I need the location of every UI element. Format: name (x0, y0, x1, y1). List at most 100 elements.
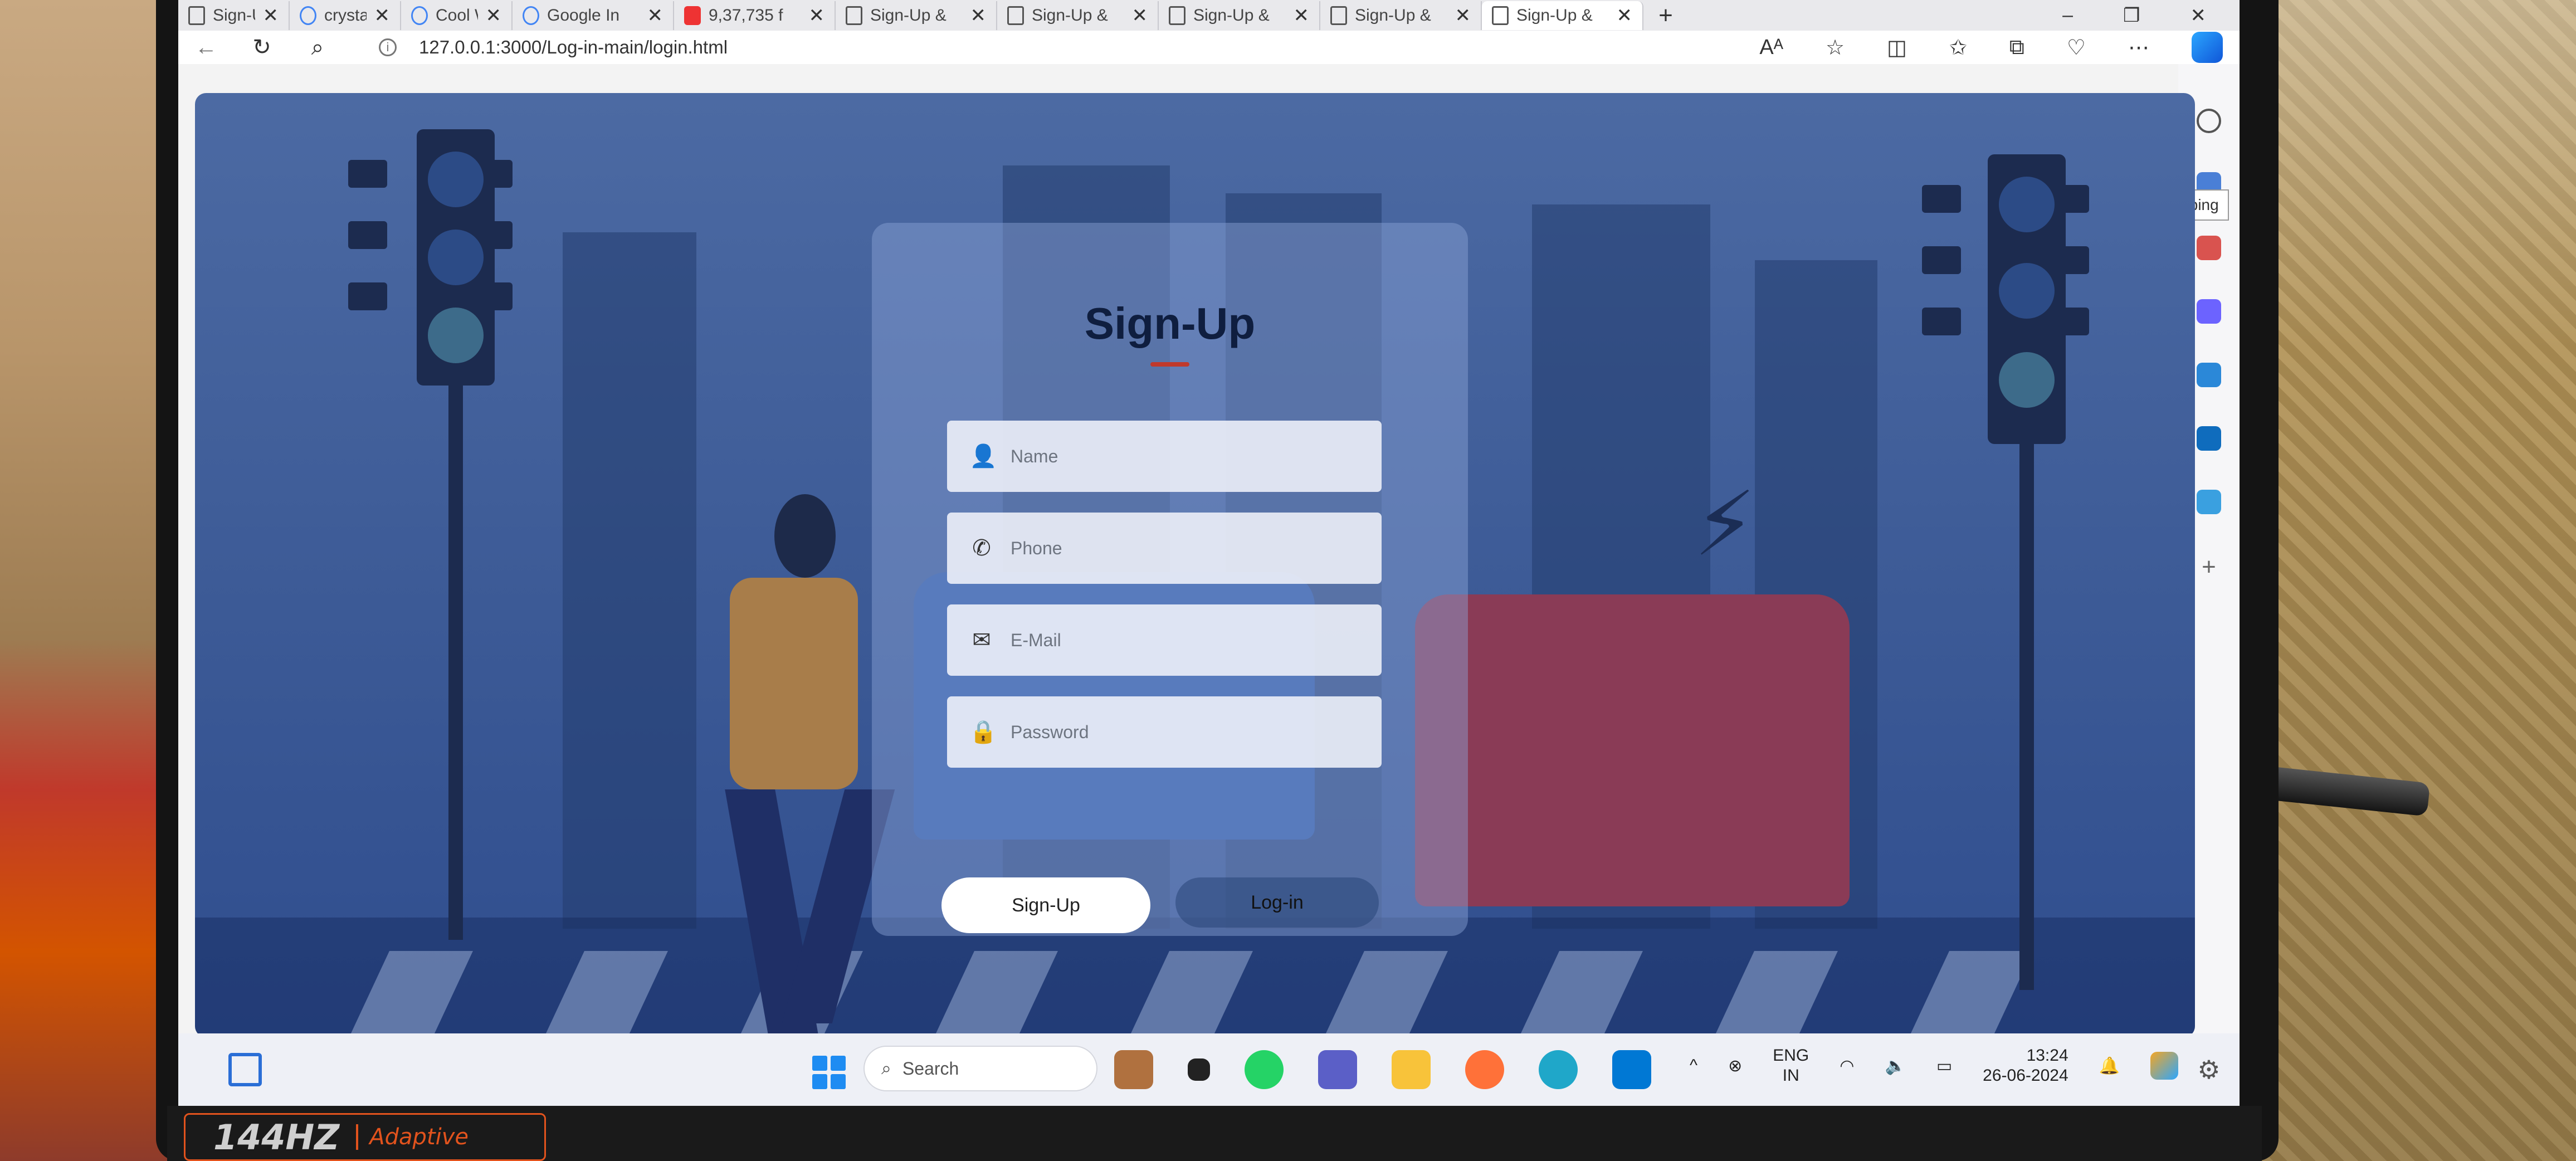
url-text: 127.0.0.1:3000/Log-in-main/login.html (419, 37, 728, 57)
signup-button[interactable]: Sign-Up (941, 877, 1150, 933)
email-field[interactable]: ✉ E-Mail (947, 604, 1382, 676)
close-icon[interactable]: ✕ (374, 4, 391, 27)
battery-icon[interactable]: ▭ (1936, 1056, 1952, 1076)
gear-icon[interactable]: ⚙ (2178, 1036, 2240, 1103)
login-button[interactable]: Log-in (1175, 877, 1379, 928)
office-icon[interactable] (2197, 363, 2221, 387)
tab-title: Sign-Up (213, 6, 255, 25)
tab-title: Sign-Up & (1355, 6, 1431, 25)
taskbar-search-label: Search (902, 1058, 959, 1079)
tab-title: Google In (547, 6, 620, 25)
tab-9-active[interactable]: Sign-Up & ✕ (1482, 1, 1643, 30)
hz-label: 144HZ (213, 1116, 340, 1158)
antivirus-icon[interactable]: ⊗ (1728, 1056, 1742, 1076)
tab-title: Sign-Up & (870, 6, 947, 25)
favorites-icon[interactable]: ✩ (1949, 35, 1967, 60)
edge-icon[interactable] (1539, 1050, 1578, 1089)
phone-field[interactable]: ✆ Phone (947, 513, 1382, 584)
name-field[interactable]: 👤 Name (947, 421, 1382, 492)
close-window-button[interactable]: ✕ (2190, 4, 2207, 27)
url-field[interactable]: i 127.0.0.1:3000/Log-in-main/login.html (379, 37, 728, 58)
page-icon (1007, 6, 1024, 25)
search-icon (411, 6, 428, 25)
close-icon[interactable]: ✕ (1617, 4, 1633, 27)
outlook-icon[interactable] (2197, 426, 2221, 451)
form-title: Sign-Up (1084, 299, 1256, 348)
car-red (1415, 594, 1850, 906)
maximize-button[interactable]: ❐ (2123, 4, 2140, 27)
pinned-apps (1114, 1050, 1651, 1089)
tab-5[interactable]: Sign-Up & ✕ (836, 1, 997, 30)
app-icon (684, 6, 701, 25)
tab-strip: Sign-Up ✕ crystal h ✕ Cool Wat ✕ Google In ✕… (178, 0, 2240, 31)
tab-2[interactable]: Cool Wat ✕ (401, 1, 513, 30)
tab-title: Sign-Up & (1516, 6, 1593, 25)
favorite-star-icon[interactable]: ☆ (1826, 35, 1845, 60)
tab-title: Sign-Up & (1193, 6, 1270, 25)
page-icon (1330, 6, 1347, 25)
split-screen-icon[interactable]: ◫ (1887, 35, 1907, 60)
tab-6[interactable]: Sign-Up & ✕ (997, 1, 1159, 30)
email-placeholder: E-Mail (1011, 630, 1061, 650)
tab-8[interactable]: Sign-Up & ✕ (1320, 1, 1482, 30)
name-placeholder: Name (1011, 446, 1058, 466)
page-icon (1169, 6, 1185, 25)
teams-icon[interactable] (1318, 1050, 1357, 1089)
widgets-icon[interactable] (228, 1053, 262, 1086)
close-icon[interactable]: ✕ (1132, 4, 1148, 27)
close-icon[interactable]: ✕ (486, 4, 502, 27)
close-icon[interactable]: ✕ (263, 4, 279, 27)
system-tray: ^ ⊗ ENG IN ◠ 🔈 ▭ 13:24 26-06-2024 🔔 (1690, 1046, 2178, 1086)
chevron-up-icon[interactable]: ^ (1690, 1056, 1697, 1075)
tab-7[interactable]: Sign-Up & ✕ (1159, 1, 1320, 30)
copilot-taskbar-icon[interactable] (2150, 1052, 2178, 1080)
add-icon[interactable]: + (2202, 553, 2216, 581)
tab-0[interactable]: Sign-Up ✕ (178, 1, 290, 30)
tab-4[interactable]: 9,37,735 f ✕ (674, 1, 836, 30)
tab-3[interactable]: Google In ✕ (513, 1, 674, 30)
close-icon[interactable]: ✕ (970, 4, 987, 27)
start-button[interactable] (812, 1056, 846, 1089)
close-icon[interactable]: ✕ (809, 4, 825, 27)
file-explorer-icon[interactable] (1392, 1050, 1431, 1089)
back-arrow-icon[interactable]: ← (178, 35, 234, 60)
new-tab-button[interactable]: + (1643, 2, 1688, 30)
close-icon[interactable]: ✕ (1455, 4, 1471, 27)
sidebar-search-icon[interactable] (2197, 109, 2221, 133)
whatsapp-icon[interactable] (1245, 1050, 1284, 1089)
volume-icon[interactable]: 🔈 (1885, 1056, 1905, 1076)
tab-title: Cool Wat (436, 6, 478, 25)
window-controls: – ❐ ✕ (2062, 4, 2240, 27)
notification-bell-icon[interactable]: 🔔 (2099, 1056, 2120, 1076)
close-icon[interactable]: ✕ (647, 4, 663, 27)
signup-form-card: Sign-Up 👤 Name ✆ Phone ✉ E-Mail 🔒 Passwo… (872, 223, 1468, 936)
desk-right (2231, 0, 2576, 1161)
language-indicator[interactable]: ENG IN (1773, 1046, 1809, 1086)
search-icon[interactable]: ⌕ (290, 35, 345, 60)
telegram-icon[interactable] (2197, 490, 2221, 514)
copilot-icon[interactable] (2192, 32, 2223, 63)
collections-icon[interactable]: ⧉ (2009, 36, 2024, 60)
google-icon (523, 6, 539, 25)
search-highlight-icon[interactable] (1114, 1050, 1153, 1089)
password-field[interactable]: 🔒 Password (947, 696, 1382, 768)
close-icon[interactable]: ✕ (1294, 4, 1310, 27)
clock[interactable]: 13:24 26-06-2024 (1983, 1046, 2068, 1086)
read-aloud-icon[interactable]: Aᴬ (1759, 36, 1783, 60)
wifi-icon[interactable]: ◠ (1840, 1056, 1854, 1076)
tools-icon[interactable] (2197, 236, 2221, 260)
page-icon (1492, 6, 1509, 25)
vscode-icon[interactable] (1612, 1050, 1651, 1089)
tab-1[interactable]: crystal h ✕ (290, 1, 401, 30)
search-icon: ⌕ (881, 1058, 891, 1078)
browser-essentials-icon[interactable]: ♡ (2067, 35, 2086, 60)
task-view-icon[interactable] (1188, 1058, 1210, 1081)
firefox-icon[interactable] (1465, 1050, 1504, 1089)
info-icon[interactable]: i (379, 38, 397, 56)
games-icon[interactable] (2197, 299, 2221, 324)
more-icon[interactable]: ⋯ (2128, 35, 2149, 60)
minimize-button[interactable]: – (2062, 4, 2073, 27)
refresh-icon[interactable]: ↻ (234, 35, 290, 60)
taskbar-search[interactable]: ⌕ Search (863, 1046, 1097, 1091)
page-icon (188, 6, 205, 25)
